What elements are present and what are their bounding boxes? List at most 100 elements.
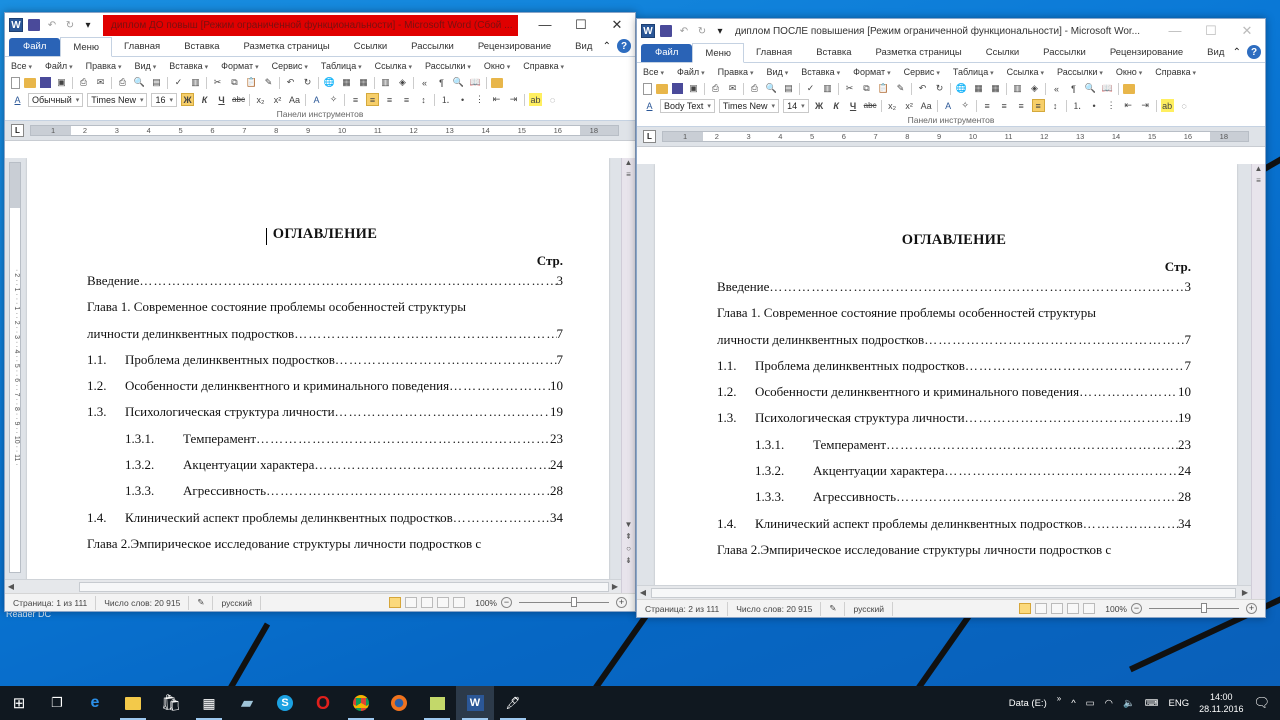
full-screen-reading-button[interactable] <box>1035 603 1048 614</box>
menu-mailings[interactable]: Рассылки <box>1057 67 1103 77</box>
copy-icon[interactable]: ⧉ <box>228 76 241 89</box>
tab-selector[interactable]: L <box>11 124 24 137</box>
menu-all[interactable]: Все <box>643 67 664 77</box>
toc-entry[interactable]: 1.3.2. Акцентуации характера 24 <box>717 463 1191 489</box>
toc-entry[interactable]: 1.3. Психологическая структура личности 19 <box>87 404 563 430</box>
tab-file[interactable]: Файл <box>641 44 693 62</box>
cut-icon[interactable]: ✂ <box>843 82 856 95</box>
web-layout-button[interactable] <box>421 597 434 608</box>
document-page[interactable]: ОГЛАВЛЕНИЕ Стр. Введение 3Глава 1. Совре… <box>655 164 1237 599</box>
word-taskbar-icon[interactable]: W <box>456 686 494 720</box>
file-explorer-icon[interactable] <box>114 686 152 720</box>
tab-references[interactable]: Ссылки <box>342 38 399 56</box>
toc-entry[interactable]: 1.3.1. Темперамент 23 <box>717 437 1191 463</box>
outline-view-button[interactable] <box>437 597 450 608</box>
horizontal-scrollbar[interactable]: ◀ ▶ <box>637 585 1251 599</box>
highlight-icon[interactable]: ab <box>529 93 543 106</box>
underline-icon[interactable]: Ч <box>847 99 860 112</box>
text-effects-icon[interactable]: ✧ <box>959 99 972 112</box>
font-size-select[interactable]: 16 <box>151 92 178 107</box>
close-button[interactable]: ✕ <box>1229 23 1265 39</box>
notepad-icon[interactable]: ▰ <box>228 686 266 720</box>
title-bar[interactable]: W ↶ ↻ ▾ диплом ДО повыш [Режим ограничен… <box>5 13 635 37</box>
print-icon[interactable]: ⎙ <box>116 76 129 89</box>
skype-icon[interactable]: S <box>266 686 304 720</box>
toc-entry[interactable]: 1.2. Особенности делинквентного и кримина… <box>87 378 563 404</box>
app-icon[interactable]: 🖋 <box>494 686 532 720</box>
print-preview-icon[interactable]: 🔍 <box>133 76 146 89</box>
insert-table-icon[interactable]: ▦ <box>357 76 370 89</box>
tab-page-layout[interactable]: Разметка страницы <box>864 44 974 62</box>
tab-references[interactable]: Ссылки <box>974 44 1031 62</box>
align-right-icon[interactable]: ≡ <box>1015 99 1028 112</box>
email-icon[interactable]: ✉ <box>94 76 107 89</box>
horizontal-ruler[interactable]: 1 2 3 4 5 6 7 8 9 10 11 12 13 14 15 16 18 <box>30 125 619 136</box>
hyperlink-icon[interactable]: 🌐 <box>955 82 968 95</box>
redo-icon[interactable]: ↻ <box>301 76 314 89</box>
menu-view[interactable]: Вид <box>134 61 156 71</box>
zoom-in-button[interactable]: + <box>616 597 627 608</box>
tab-home[interactable]: Главная <box>112 38 172 56</box>
toc-entry[interactable]: Введение 3 <box>717 279 1191 305</box>
undo-icon[interactable]: ↶ <box>916 82 929 95</box>
print-layout-view-button[interactable] <box>1019 603 1032 614</box>
tab-view[interactable]: Вид <box>563 38 604 56</box>
tab-mailings[interactable]: Рассылки <box>1031 44 1098 62</box>
maximize-button[interactable]: ☐ <box>1193 23 1229 39</box>
folder-icon[interactable] <box>1123 83 1135 94</box>
save-icon[interactable] <box>672 83 683 94</box>
opera-icon[interactable]: O <box>304 686 342 720</box>
undo-icon[interactable]: ↶ <box>284 76 297 89</box>
title-bar[interactable]: W ↶ ↻ ▾ диплом ПОСЛЕ повышения [Режим ог… <box>637 19 1265 43</box>
styles-icon[interactable]: A <box>11 93 24 106</box>
menu-edit[interactable]: Правка <box>86 61 122 71</box>
increase-indent-icon[interactable]: ⇥ <box>507 93 520 106</box>
toc-entry[interactable]: Глава 1. Современное состояние проблемы … <box>87 299 563 325</box>
help-icon[interactable]: ? <box>1247 45 1261 59</box>
minimize-button[interactable]: — <box>527 17 563 33</box>
subscript-icon[interactable]: x₂ <box>254 93 267 106</box>
align-left-icon[interactable]: ≡ <box>981 99 994 112</box>
tab-mailings[interactable]: Рассылки <box>399 38 466 56</box>
word-window-after[interactable]: W ↶ ↻ ▾ диплом ПОСЛЕ повышения [Режим ог… <box>636 18 1266 618</box>
reading-icon[interactable]: 📖 <box>1101 82 1114 95</box>
tab-file[interactable]: Файл <box>9 38 61 56</box>
word-count[interactable]: Число слов: 20 915 <box>728 601 822 616</box>
pilcrow-icon[interactable]: ¶ <box>1067 82 1080 95</box>
menu-insert[interactable]: Вставка <box>801 67 840 77</box>
full-screen-reading-button[interactable] <box>405 597 418 608</box>
hyperlink-icon[interactable]: 🌐 <box>323 76 336 89</box>
multilevel-list-icon[interactable]: ⋮ <box>1105 99 1118 112</box>
browse-object-buttons[interactable]: ▼ ⇞ ○ ⇟ <box>622 519 635 567</box>
toc-entry[interactable]: 1.3.1. Темперамент 23 <box>87 431 563 457</box>
shading-icon[interactable]: ◌ <box>1178 99 1191 112</box>
style-select[interactable]: Body Text <box>660 98 715 113</box>
save-icon[interactable] <box>27 18 41 32</box>
new-document-icon[interactable] <box>643 82 652 95</box>
zoom-level[interactable]: 100% <box>475 598 497 608</box>
drawing-icon[interactable]: ◈ <box>1028 82 1041 95</box>
menu-file[interactable]: Файл <box>677 67 705 77</box>
tab-selector[interactable]: L <box>643 130 656 143</box>
scroll-right-button[interactable]: ▶ <box>609 582 621 591</box>
numbering-icon[interactable]: ⒈ <box>1071 99 1084 112</box>
undo-icon[interactable]: ↶ <box>677 24 691 38</box>
menu-format[interactable]: Формат <box>853 67 890 77</box>
save-as-icon[interactable]: ▣ <box>687 82 700 95</box>
help-icon[interactable]: ? <box>617 39 631 53</box>
superscript-icon[interactable]: x² <box>271 93 284 106</box>
cut-icon[interactable]: ✂ <box>211 76 224 89</box>
close-button[interactable]: ✕ <box>599 17 635 33</box>
tab-menu[interactable]: Меню <box>692 43 745 63</box>
toc-entry[interactable]: Глава 2.Эмпирическое исследование структ… <box>717 542 1191 568</box>
copy-icon[interactable]: ⧉ <box>860 82 873 95</box>
customize-qat-icon[interactable]: ▾ <box>81 18 95 32</box>
vertical-scrollbar[interactable]: ▲ ≡ <box>1251 164 1265 599</box>
toc-entry[interactable]: Глава 2.Эмпирическое исследование структ… <box>87 536 563 562</box>
menu-help[interactable]: Справка <box>1155 67 1196 77</box>
subscript-icon[interactable]: x₂ <box>886 99 899 112</box>
minimize-ribbon-icon[interactable]: ⌃ <box>1233 47 1241 58</box>
format-painter-icon[interactable]: ✎ <box>262 76 275 89</box>
zoom-level[interactable]: 100% <box>1105 604 1127 614</box>
research-icon[interactable]: ▤ <box>782 82 795 95</box>
